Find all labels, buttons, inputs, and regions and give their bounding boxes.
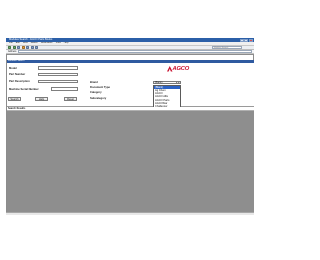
brand-label: Brand — [90, 81, 98, 85]
forward-icon[interactable] — [12, 45, 16, 49]
document-type-label: Document Type — [90, 86, 110, 90]
brand-selected-value: (Blank) — [154, 81, 163, 84]
part-description-input[interactable] — [38, 79, 78, 84]
menu-view[interactable]: View — [23, 42, 28, 45]
status-bar — [6, 212, 254, 215]
reset-button[interactable]: Reset — [64, 97, 77, 101]
menu-search[interactable]: Search — [31, 42, 38, 45]
part-number-label: Part Number — [9, 73, 26, 76]
model-input[interactable] — [38, 66, 78, 70]
model-label: Model — [9, 66, 17, 70]
menu-help[interactable]: Help — [64, 42, 69, 45]
machine-serial-label: Machine Serial Number — [9, 87, 39, 91]
brand-select[interactable]: (Blank) ▼ — [153, 81, 181, 85]
help-button[interactable]: Help — [35, 97, 48, 101]
print-icon[interactable] — [30, 45, 34, 49]
category-label: Category — [90, 91, 102, 95]
menu-tools[interactable]: Tools — [55, 42, 60, 45]
toolbar-search-input[interactable]: Modules Search — [212, 45, 242, 49]
subcategory-label: Subcategory — [90, 96, 107, 100]
bookmark-icon[interactable] — [35, 45, 38, 49]
address-field[interactable] — [17, 50, 252, 53]
stop-icon[interactable] — [21, 45, 25, 49]
home-icon[interactable] — [26, 45, 29, 49]
agco-logo: AGCO — [172, 65, 190, 72]
refresh-icon[interactable] — [17, 45, 20, 49]
menu-file[interactable]: File — [9, 42, 13, 45]
menu-edit[interactable]: Edit — [16, 42, 20, 45]
part-description-label: Part Description — [9, 80, 30, 83]
chevron-down-icon[interactable]: ▼ — [176, 82, 180, 84]
menu-bookmarks[interactable]: Bookmarks — [41, 42, 53, 45]
address-label: Address — [8, 50, 17, 53]
window-title: Modules Search - AGCO Parts Books — [9, 38, 53, 41]
machine-serial-input[interactable] — [51, 87, 78, 91]
part-number-input[interactable] — [38, 72, 78, 77]
search-button[interactable]: Search — [8, 97, 21, 101]
back-icon[interactable] — [8, 45, 11, 49]
search-results-area — [6, 110, 254, 212]
